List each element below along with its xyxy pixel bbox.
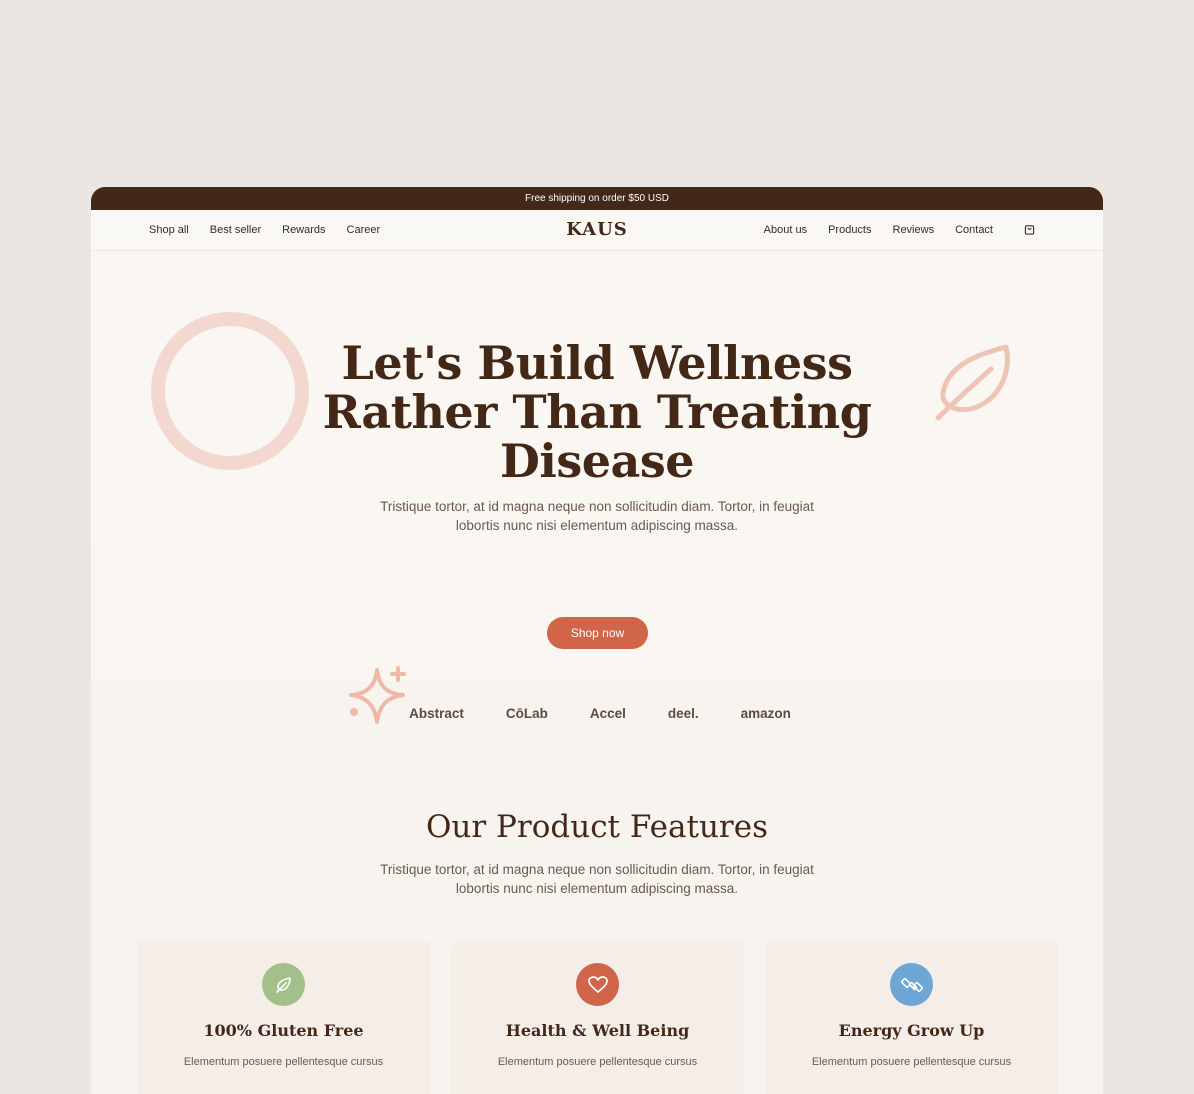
dumbbell-icon bbox=[890, 963, 933, 1006]
feature-card-gluten-free: 100% Gluten Free Elementum posuere pelle… bbox=[137, 941, 430, 1094]
feature-title: Energy Grow Up bbox=[838, 1021, 985, 1040]
feature-card-health: Health & Well Being Elementum posuere pe… bbox=[451, 941, 744, 1094]
feature-description: Elementum posuere pellentesque cursus bbox=[811, 1056, 1012, 1068]
nav-career[interactable]: Career bbox=[347, 224, 381, 236]
nav-left: Shop all Best seller Rewards Career bbox=[149, 210, 380, 250]
shop-now-button[interactable]: Shop now bbox=[547, 617, 648, 649]
brand-colab: CōLab bbox=[505, 705, 548, 721]
brand-abstract: Abstract bbox=[409, 705, 464, 721]
feature-title: Health & Well Being bbox=[505, 1021, 690, 1040]
brand-amazon: amazon bbox=[740, 705, 791, 721]
nav-products[interactable]: Products bbox=[828, 224, 871, 236]
main-nav: Shop all Best seller Rewards Career KAUS… bbox=[91, 210, 1103, 251]
brand-accel: Accel bbox=[589, 705, 626, 721]
nav-rewards[interactable]: Rewards bbox=[282, 224, 325, 236]
hero-section: Let's Build Wellness Rather Than Treatin… bbox=[91, 251, 1103, 724]
nav-reviews[interactable]: Reviews bbox=[893, 224, 935, 236]
nav-right: About us Products Reviews Contact bbox=[764, 210, 1036, 250]
feature-cards: 100% Gluten Free Elementum posuere pelle… bbox=[137, 941, 1058, 1094]
website: Free shipping on order $50 USD Shop all … bbox=[91, 187, 1103, 1094]
leaf-icon bbox=[262, 963, 305, 1006]
brand-logos: Abstract CōLab Accel deel. amazon bbox=[91, 702, 1103, 724]
logo[interactable]: KAUS bbox=[566, 219, 628, 240]
feature-card-energy: Energy Grow Up Elementum posuere pellent… bbox=[765, 941, 1058, 1094]
features-subtitle: Tristique tortor, at id magna neque non … bbox=[380, 862, 814, 896]
feature-description: Elementum posuere pellentesque cursus bbox=[497, 1056, 698, 1068]
feature-title: 100% Gluten Free bbox=[203, 1021, 364, 1040]
feature-description: Elementum posuere pellentesque cursus bbox=[183, 1056, 384, 1068]
nav-best-seller[interactable]: Best seller bbox=[210, 224, 261, 236]
hero-title-line-2: Rather Than Treating bbox=[322, 385, 872, 439]
nav-about-us[interactable]: About us bbox=[764, 224, 807, 236]
shopping-bag-icon[interactable] bbox=[1024, 224, 1036, 236]
features-title: Our Product Features bbox=[425, 809, 768, 845]
nav-contact[interactable]: Contact bbox=[955, 224, 993, 236]
hero-subtitle: Tristique tortor, at id magna neque non … bbox=[380, 499, 814, 533]
hero-title-line-3: Disease bbox=[500, 434, 695, 488]
nav-shop-all[interactable]: Shop all bbox=[149, 224, 189, 236]
heart-icon bbox=[576, 963, 619, 1006]
hero-title: Let's Build Wellness Rather Than Treatin… bbox=[91, 339, 1103, 486]
hero-title-line-1: Let's Build Wellness bbox=[341, 336, 853, 390]
announcement-bar: Free shipping on order $50 USD bbox=[91, 187, 1103, 210]
brand-deel: deel. bbox=[667, 705, 699, 721]
